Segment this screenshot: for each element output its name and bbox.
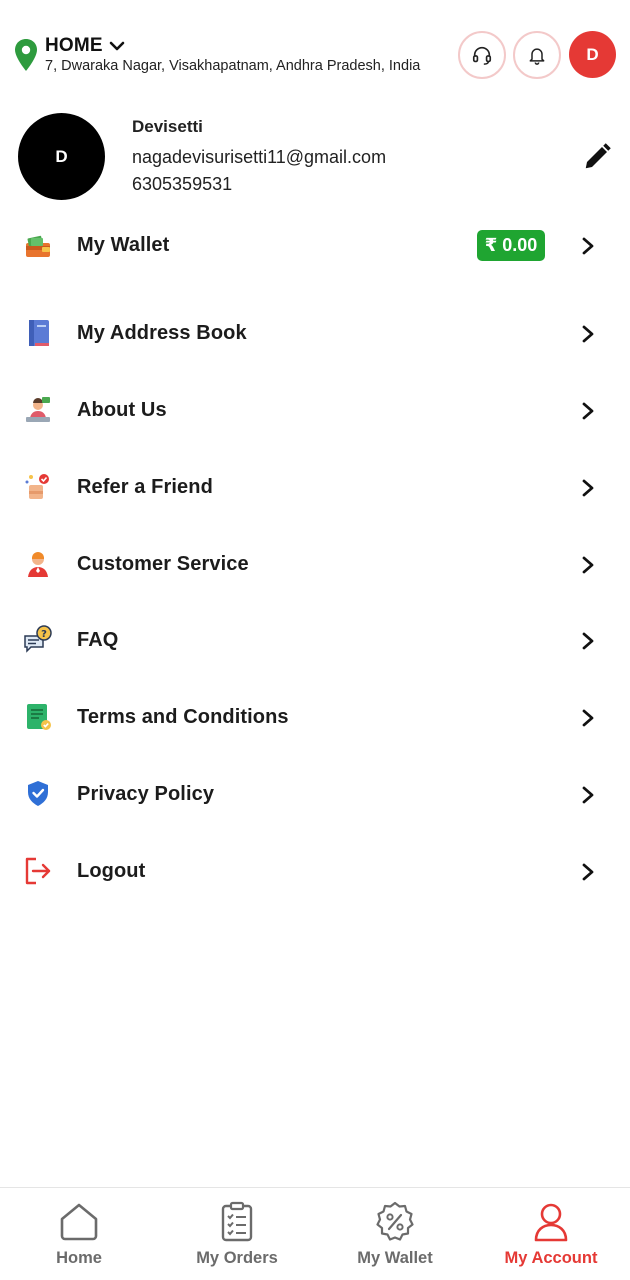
menu-item-customer-service[interactable]: Customer Service [0,535,630,595]
logout-icon [25,857,51,885]
menu-label: My Address Book [77,322,247,344]
discount-icon [376,1201,414,1241]
menu-item-my-wallet[interactable]: My Wallet ₹ 0.00 [0,216,630,276]
home-icon [60,1203,98,1241]
menu-label: Customer Service [77,553,249,575]
faq-icon: ? [24,625,52,653]
location-title: HOME [45,35,103,56]
menu-label: About Us [77,399,167,421]
terms-icon [27,704,51,730]
profile-phone: 6305359531 [132,174,233,194]
chevron-right-icon [582,479,594,497]
shield-icon [28,781,48,806]
nav-my-orders[interactable]: My Orders [158,1188,316,1280]
menu-label: Refer a Friend [77,476,213,498]
menu-item-about-us[interactable]: About Us [0,381,630,441]
wallet-balance-badge: ₹ 0.00 [477,230,545,261]
menu-label: My Wallet [77,234,170,256]
nav-my-wallet[interactable]: My Wallet [316,1188,474,1280]
refer-friend-icon [25,474,49,499]
menu-item-logout[interactable]: Logout [0,842,630,902]
chevron-right-icon [582,863,594,881]
edit-profile-button[interactable] [580,140,614,174]
pencil-icon [585,143,611,169]
chevron-right-icon [582,556,594,574]
chevron-right-icon [582,237,594,255]
menu-item-faq[interactable]: ? FAQ [0,611,630,671]
menu-item-address-book[interactable]: My Address Book [0,304,630,364]
nav-label: Home [56,1249,102,1267]
chevron-right-icon [582,402,594,420]
profile-email: nagadevisurisetti11@gmail.com [132,147,387,167]
chevron-right-icon [582,786,594,804]
nav-home[interactable]: Home [0,1188,158,1280]
menu-label: FAQ [77,629,119,651]
menu-item-terms[interactable]: Terms and Conditions [0,688,630,748]
profile-avatar: D [18,113,105,200]
nav-label: My Orders [196,1249,278,1267]
profile-name: Devisetti [132,117,203,136]
menu-label: Logout [77,860,146,882]
about-us-icon [26,397,50,422]
chevron-right-icon [582,709,594,727]
nav-label: My Account [504,1249,598,1267]
location-pin-icon [15,39,37,71]
svg-text:?: ? [41,629,47,640]
address-book-icon [29,320,49,346]
notifications-button[interactable] [513,31,561,79]
bell-icon [529,48,545,65]
nav-label: My Wallet [357,1249,433,1267]
bottom-navigation: Home My Orders My Wallet My Account [0,1187,630,1280]
account-icon [534,1203,568,1242]
orders-icon [221,1201,253,1242]
chevron-right-icon [582,325,594,343]
chevron-down-icon [109,41,125,51]
menu-item-refer-friend[interactable]: Refer a Friend [0,458,630,518]
header-avatar[interactable]: D [569,31,616,78]
headset-icon [472,46,492,65]
nav-my-account[interactable]: My Account [472,1188,630,1280]
location-address[interactable]: 7, Dwaraka Nagar, Visakhapatnam, Andhra … [45,58,420,74]
support-button[interactable] [458,31,506,79]
chevron-right-icon [582,632,594,650]
top-header: HOME 7, Dwaraka Nagar, Visakhapatnam, An… [0,0,630,100]
menu-label: Terms and Conditions [77,706,289,728]
menu-item-privacy-policy[interactable]: Privacy Policy [0,765,630,825]
menu-label: Privacy Policy [77,783,215,805]
wallet-icon [26,235,50,257]
customer-service-icon [28,552,48,577]
location-selector[interactable]: HOME [45,35,125,57]
